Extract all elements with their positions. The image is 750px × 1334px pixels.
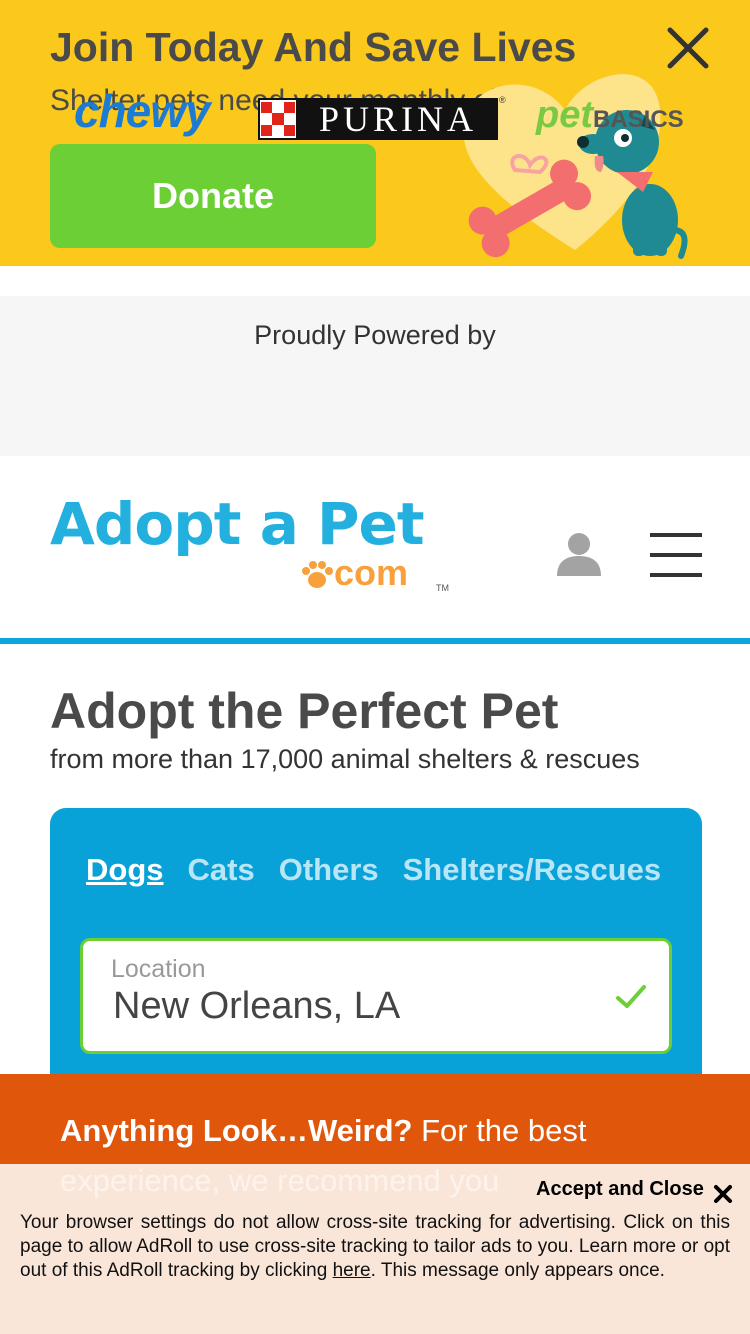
dog-with-bone-illustration <box>463 74 688 259</box>
petbasics-basics-text: BASICS <box>593 106 684 133</box>
tab-cats[interactable]: Cats <box>188 852 255 888</box>
location-input[interactable]: Location New Orleans, LA <box>80 938 672 1054</box>
purina-logo[interactable]: PURINA <box>258 98 498 140</box>
paw-icon <box>302 561 333 589</box>
tab-others[interactable]: Others <box>279 852 379 888</box>
user-icon[interactable] <box>556 530 602 576</box>
purina-wordmark: PURINA <box>318 99 477 139</box>
donate-button[interactable]: Donate <box>50 144 376 248</box>
accept-and-close-button[interactable]: Accept and Close <box>536 1178 704 1201</box>
petbasics-pet-text: pet <box>536 94 593 136</box>
adroll-here-link[interactable]: here <box>333 1260 371 1281</box>
browser-notice-heading: Anything Look…Weird? <box>60 1113 413 1148</box>
powered-by-label: Proudly Powered by <box>254 320 496 350</box>
close-icon[interactable] <box>713 1184 733 1204</box>
logo-wordmark: Adopt a Pet <box>50 490 425 558</box>
page-subtitle: from more than 17,000 animal shelters & … <box>50 744 640 774</box>
petbasics-logo[interactable]: petBASICS <box>536 94 684 137</box>
logo-trademark: TM <box>436 583 449 593</box>
page-title: Adopt the Perfect Pet <box>50 683 559 739</box>
tab-shelters-rescues[interactable]: Shelters/Rescues <box>403 852 661 888</box>
location-label: Location <box>111 955 206 983</box>
logo-dotcom: com <box>300 552 408 594</box>
purina-checkerboard-icon <box>258 98 298 140</box>
header-divider <box>0 638 750 644</box>
logo-dotcom-text: com <box>334 552 409 593</box>
adoptapet-logo[interactable]: Adopt a Pet <box>50 490 425 558</box>
checkmark-icon <box>616 985 646 1008</box>
chewy-logo[interactable]: chewy <box>74 84 211 138</box>
powered-by-section: Proudly Powered by <box>0 296 750 456</box>
adroll-message-end: . This message only appears once. <box>370 1260 665 1281</box>
location-value: New Orleans, LA <box>113 985 401 1027</box>
purina-registered-mark: ® <box>499 95 506 105</box>
search-tabs: Dogs Cats Others Shelters/Rescues <box>86 852 661 888</box>
tab-dogs[interactable]: Dogs <box>86 852 164 888</box>
hamburger-menu-icon[interactable] <box>650 533 702 577</box>
adroll-message: Your browser settings do not allow cross… <box>20 1211 730 1283</box>
